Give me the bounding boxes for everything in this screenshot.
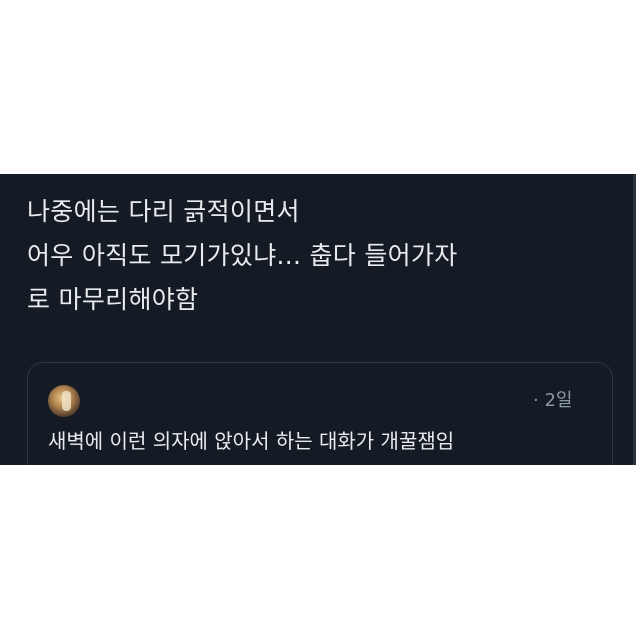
quoted-tweet-text: 새벽에 이런 의자에 앉아서 하는 대화가 개꿀잼임	[48, 429, 455, 453]
avatar[interactable]	[48, 385, 80, 417]
screenshot-frame: 나중에는 다리 긁적이면서 어우 아직도 모기가있냐... 춥다 들어가자 로 …	[0, 0, 640, 640]
tweet-panel: 나중에는 다리 긁적이면서 어우 아직도 모기가있냐... 춥다 들어가자 로 …	[0, 174, 636, 465]
tweet-line-2: 어우 아직도 모기가있냐... 춥다 들어가자	[27, 241, 458, 270]
quoted-tweet-timestamp[interactable]: · 2일	[533, 389, 572, 413]
tweet-text: 나중에는 다리 긁적이면서 어우 아직도 모기가있냐... 춥다 들어가자 로 …	[27, 190, 617, 322]
tweet-line-3: 로 마무리해야함	[27, 285, 199, 314]
quoted-tweet-card[interactable]: · 2일 새벽에 이런 의자에 앉아서 하는 대화가 개꿀잼임	[27, 362, 613, 465]
tweet-line-1: 나중에는 다리 긁적이면서	[27, 197, 300, 226]
scrollbar[interactable]	[633, 174, 636, 465]
